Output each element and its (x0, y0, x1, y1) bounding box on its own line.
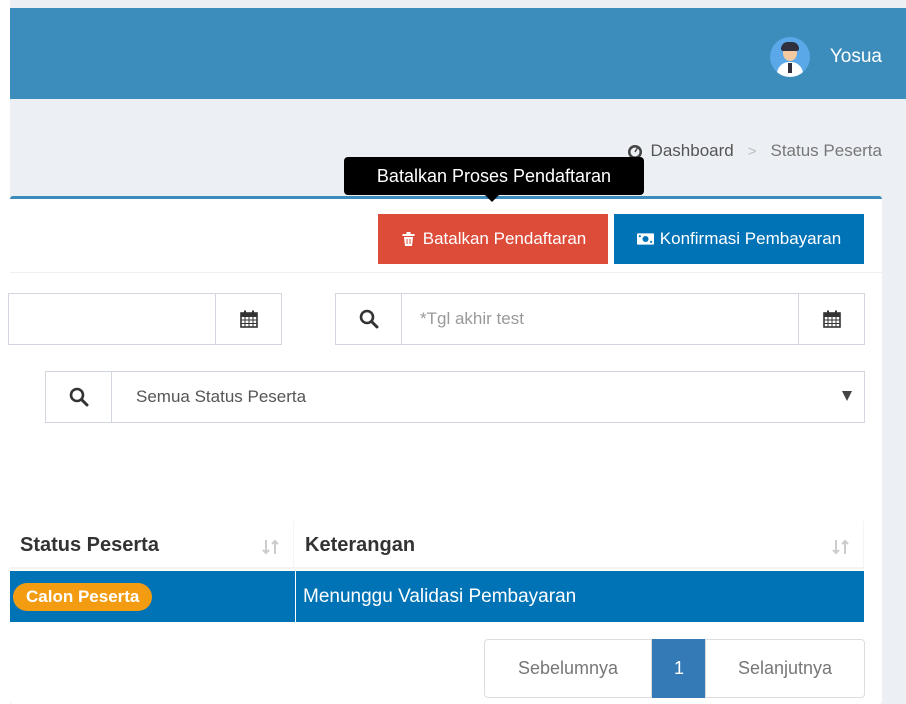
end-date-calendar-button[interactable] (798, 294, 864, 344)
confirm-payment-button[interactable]: Konfirmasi Pembayaran (614, 214, 864, 264)
breadcrumb-separator: > (747, 142, 757, 160)
calendar-icon (239, 310, 258, 328)
search-icon (359, 309, 378, 329)
sort-icon[interactable] (261, 537, 281, 557)
calendar-icon (822, 310, 841, 328)
breadcrumb: Dashboard > Status Peserta (627, 141, 882, 161)
user-avatar-icon[interactable] (769, 37, 810, 77)
cancel-registration-button[interactable]: Batalkan Pendaftaran (378, 214, 608, 264)
status-filter-group: Semua Status Peserta (45, 371, 865, 423)
breadcrumb-current: Status Peserta (770, 141, 882, 160)
money-icon (636, 233, 654, 245)
next-page-button[interactable]: Selanjutnya (705, 639, 865, 698)
top-navbar: Yosua (10, 8, 906, 99)
pagination: Sebelumnya 1 Selanjutnya (484, 639, 865, 698)
username-label[interactable]: Yosua (830, 46, 882, 68)
dropdown-caret-icon[interactable] (842, 391, 852, 401)
start-date-group (8, 293, 282, 345)
end-date-input[interactable]: *Tgl akhir test (402, 294, 798, 344)
table-row[interactable]: Calon Peserta Menunggu Validasi Pembayar… (10, 571, 864, 622)
trash-icon (402, 232, 415, 246)
sort-icon[interactable] (831, 537, 851, 557)
column-header-keterangan-label: Keterangan (305, 533, 416, 556)
column-header-status[interactable]: Status Peserta (10, 521, 294, 569)
table-header: Status Peserta Keterangan (10, 521, 864, 569)
previous-page-button[interactable]: Sebelumnya (484, 639, 652, 698)
page-number-button[interactable]: 1 (652, 639, 706, 698)
status-search-addon (46, 372, 112, 422)
cancel-registration-label: Batalkan Pendaftaran (422, 229, 587, 248)
end-date-search-addon (336, 294, 402, 344)
status-select-value: Semua Status Peserta (136, 387, 307, 406)
search-icon (69, 387, 88, 407)
start-date-calendar-button[interactable] (215, 294, 281, 344)
box-header: Batalkan Pendaftaran Konfirmasi Pembayar… (10, 199, 882, 273)
breadcrumb-home-link[interactable]: Dashboard (651, 141, 734, 161)
user-menu[interactable]: Yosua (769, 37, 882, 77)
status-select[interactable]: Semua Status Peserta (112, 372, 864, 422)
cancel-registration-tooltip: Batalkan Proses Pendaftaran (344, 157, 644, 202)
column-header-status-label: Status Peserta (20, 533, 159, 556)
status-cell: Calon Peserta (10, 571, 294, 622)
confirm-payment-label: Konfirmasi Pembayaran (659, 229, 842, 248)
content-box: Batalkan Pendaftaran Konfirmasi Pembayar… (8, 196, 882, 704)
start-date-input[interactable] (9, 294, 215, 344)
keterangan-cell: Menunggu Validasi Pembayaran (295, 571, 864, 622)
end-date-group: *Tgl akhir test (335, 293, 865, 345)
status-badge: Calon Peserta (13, 582, 153, 611)
column-header-keterangan[interactable]: Keterangan (295, 521, 864, 569)
